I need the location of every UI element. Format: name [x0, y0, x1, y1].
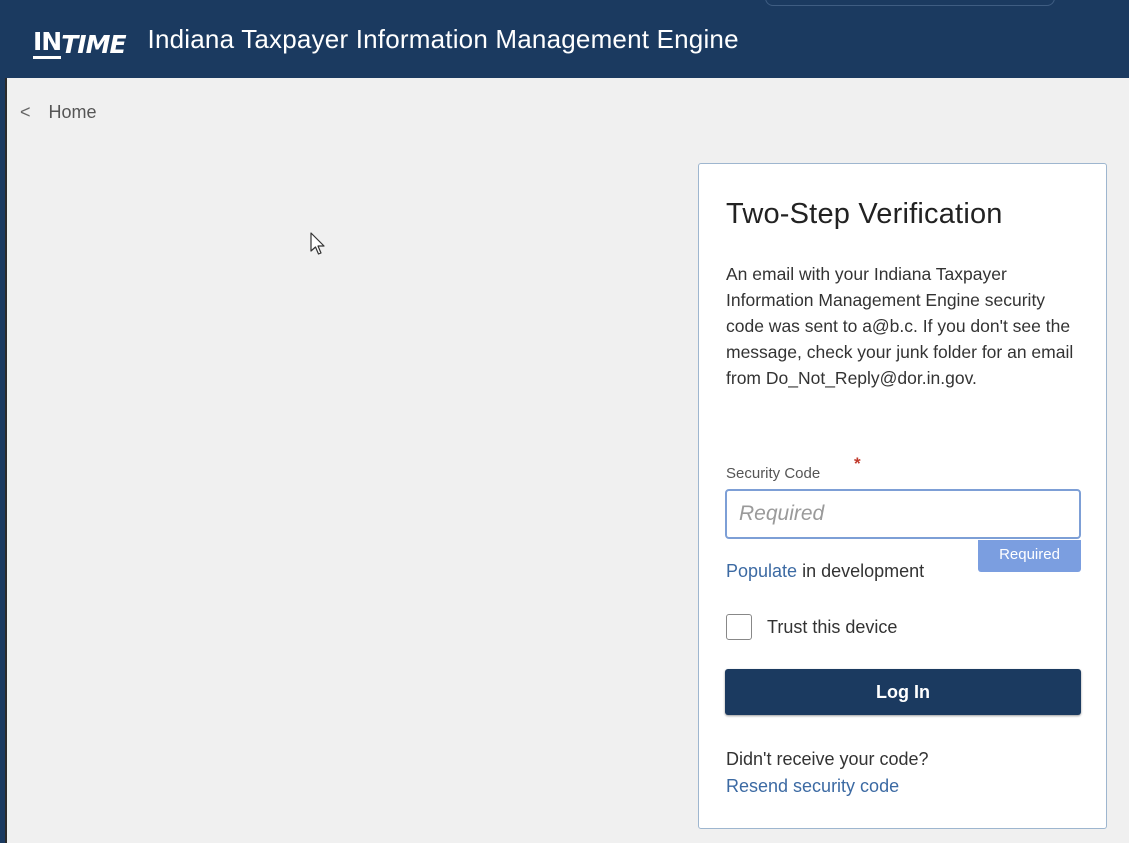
required-badge: Required [978, 540, 1081, 572]
breadcrumb[interactable]: < Home [20, 102, 97, 123]
didnt-receive-text: Didn't receive your code? [726, 749, 929, 769]
top-banner: IN TIME Indiana Taxpayer Information Mana… [5, 0, 1129, 78]
security-code-label: Security Code [726, 465, 821, 482]
security-code-input[interactable] [725, 489, 1081, 539]
trust-device-row[interactable]: Trust this device [726, 614, 897, 640]
resend-code-link[interactable]: Resend security code [726, 776, 899, 797]
login-button[interactable]: Log In [725, 669, 1081, 715]
populate-link[interactable]: Populate [726, 561, 797, 581]
card-description: An email with your Indiana Taxpayer Info… [726, 264, 1074, 388]
two-step-verification-card: Two-Step Verification An email with your… [698, 163, 1107, 829]
app-title: Indiana Taxpayer Information Management … [147, 23, 739, 54]
card-title: Two-Step Verification [726, 198, 1003, 230]
logo-time-text: TIME [61, 30, 126, 59]
trust-device-label[interactable]: Trust this device [767, 617, 897, 638]
populate-suffix: in development [797, 561, 925, 581]
breadcrumb-home-link[interactable]: Home [49, 102, 97, 123]
window-edge-inner [5, 78, 7, 843]
intime-logo[interactable]: IN TIME [33, 19, 127, 59]
required-asterisk: * [854, 454, 861, 473]
mouse-pointer-icon [310, 232, 325, 255]
top-pill-decoration [765, 0, 1055, 6]
trust-device-checkbox[interactable] [726, 614, 752, 640]
populate-row: Populate in development [726, 561, 924, 582]
chevron-left-icon[interactable]: < [20, 102, 31, 123]
logo-in-text: IN [33, 28, 62, 59]
